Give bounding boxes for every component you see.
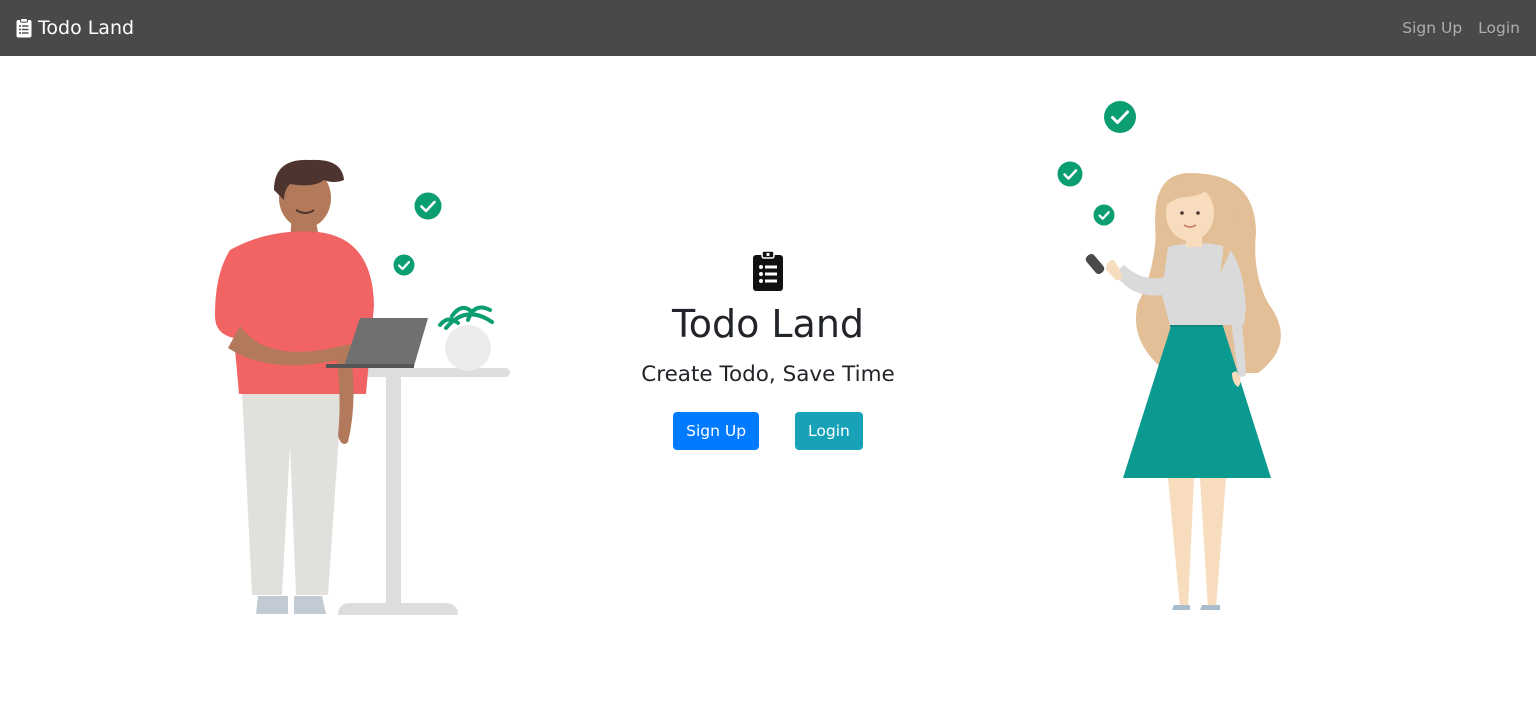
woman-with-phone-illustration	[1057, 101, 1281, 610]
check-circle-icon	[393, 254, 415, 276]
check-circle-icon	[1093, 204, 1115, 226]
check-circle-icon	[414, 192, 442, 220]
hero-title: Todo Land	[671, 302, 865, 346]
navbar: Todo Land Sign Up Login	[0, 0, 1536, 56]
clipboard-list-icon	[753, 250, 783, 291]
check-circle-icon	[1057, 161, 1083, 187]
nav-login-link[interactable]: Login	[1478, 13, 1520, 43]
signup-button[interactable]: Sign Up	[673, 411, 760, 450]
check-circle-icon	[1104, 101, 1136, 133]
hero-subtitle: Create Todo, Save Time	[641, 361, 895, 387]
hero-actions: Sign Up Login	[673, 411, 863, 450]
brand-link[interactable]: Todo Land	[16, 17, 134, 39]
login-button[interactable]: Login	[795, 411, 863, 450]
man-at-desk-illustration	[214, 159, 510, 615]
brand-text: Todo Land	[38, 17, 135, 39]
nav-links: Sign Up Login	[1402, 13, 1520, 43]
nav-signup-link[interactable]: Sign Up	[1402, 13, 1462, 43]
hero-section: Todo Land Create Todo, Save Time Sign Up…	[560, 250, 976, 450]
clipboard-list-icon	[16, 18, 32, 38]
